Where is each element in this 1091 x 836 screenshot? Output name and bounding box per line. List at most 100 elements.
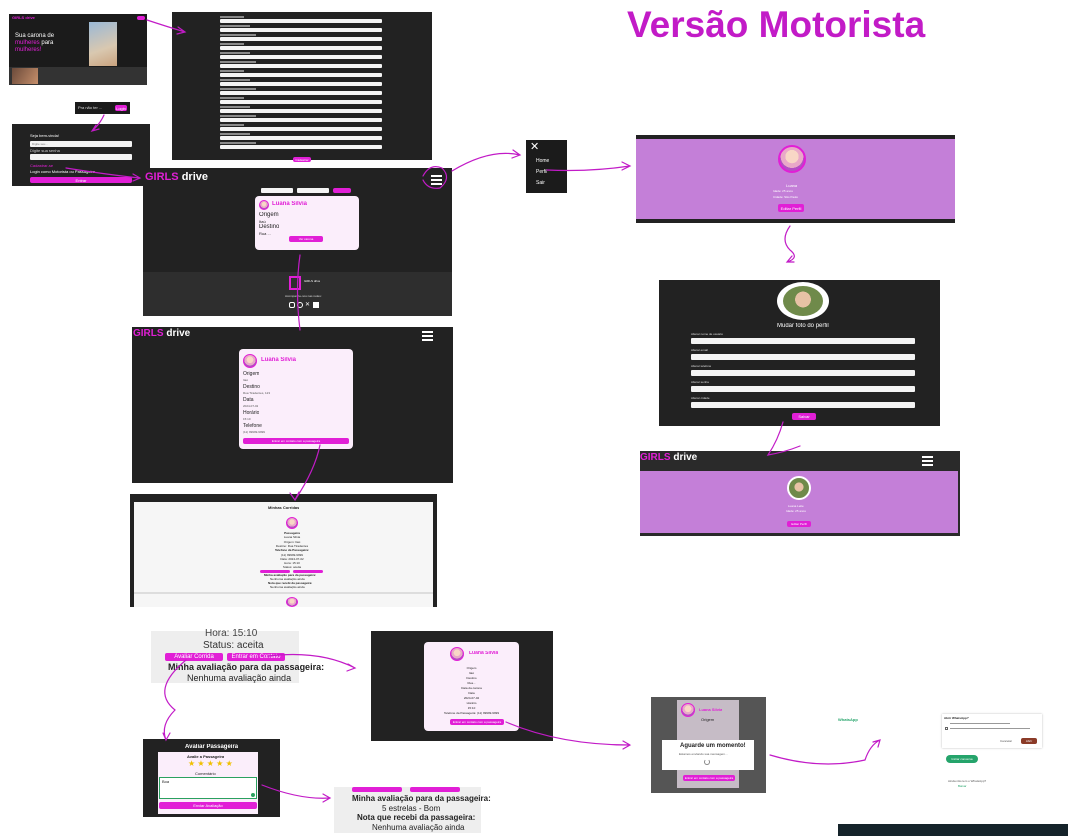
footer-social-icons: ✕ (289, 302, 319, 308)
edit-profile-title: Mudar foto do perfil (777, 323, 829, 329)
close-icon[interactable]: ✕ (530, 140, 539, 153)
search-origin-input[interactable] (261, 188, 293, 193)
edit-field-label: Alterar senha (691, 380, 709, 384)
register-field-input[interactable] (220, 73, 382, 77)
edit-profile-photo[interactable] (777, 282, 829, 320)
instagram-icon[interactable] (289, 302, 295, 308)
landing-screen: GIRLS drive Sua carona de mulheres para … (9, 14, 147, 85)
edit-profile-button[interactable]: Editar Perfil (778, 204, 804, 212)
landing-lower-photo (12, 68, 38, 84)
waiting-contact-button[interactable]: Entrar em contato com a passageira (683, 775, 735, 781)
history-line: Status: aceita (282, 565, 302, 570)
register-field-label (220, 61, 256, 63)
login-screen: Seja bem-vinda! Digite seu... Digite sua… (12, 124, 150, 186)
edit-field-input[interactable] (691, 370, 915, 376)
register-field-label (220, 79, 250, 81)
search-destination-input[interactable] (297, 188, 329, 193)
edit-field-label: Alterar cidade (691, 396, 710, 400)
zoom-rate-button[interactable]: Avaliar Corrida (165, 653, 223, 661)
landing-nav-button[interactable] (137, 16, 145, 20)
ride-detail-logo: GIRLS drive (133, 328, 190, 339)
comment-textarea[interactable]: Boa (159, 777, 257, 799)
whatsapp-open-button[interactable]: Abrir (1021, 738, 1037, 744)
menu-item-home[interactable]: Home (536, 158, 549, 164)
register-field-label (220, 115, 256, 117)
edit-field-input[interactable] (691, 354, 915, 360)
hamburger-menu-icon[interactable] (431, 175, 442, 185)
edit-field-input[interactable] (691, 338, 915, 344)
edit-profile-save-button[interactable]: Salvar (792, 413, 816, 420)
register-field-input[interactable] (220, 145, 382, 149)
rating-stars[interactable]: ★ ★ ★ ★ ★ (188, 759, 233, 768)
register-field-input[interactable] (220, 136, 382, 140)
register-link[interactable]: Cadastrar-se (30, 163, 53, 168)
register-field-input[interactable] (220, 55, 382, 59)
edit-field-input[interactable] (691, 402, 915, 408)
zoom-contact-button[interactable]: Entrar em Contato (227, 653, 285, 661)
profile-updated-edit-button[interactable]: Editar Perfil (787, 521, 811, 527)
register-field-input[interactable] (220, 37, 382, 41)
search-button[interactable] (333, 188, 351, 193)
login-heading: Seja bem-vinda! (30, 133, 59, 138)
register-field-label (220, 88, 256, 90)
whatsapp-start-button[interactable]: Iniciar conversa (946, 755, 978, 763)
register-field-input[interactable] (220, 28, 382, 32)
rating-result: Minha avaliação para da passageira: 5 es… (334, 787, 491, 833)
password-field[interactable] (30, 154, 132, 160)
register-field-input[interactable] (220, 82, 382, 86)
profile-updated-age: Idade: 25 anos (786, 509, 806, 513)
history-screen: Minhas Corridas Minha avaliação para da … (130, 494, 437, 607)
profile-updated-avatar (787, 476, 811, 500)
arrow-home-to-menu (451, 149, 522, 172)
login-bar-button[interactable]: Login (115, 105, 127, 111)
home-screen: GIRLS drive Luana Silvia Origem Itaú Des… (143, 168, 452, 316)
register-field-input[interactable] (220, 19, 382, 23)
headline-part-1: Sua carona de (15, 33, 55, 39)
x-icon[interactable]: ✕ (305, 302, 311, 308)
register-field-label (220, 124, 244, 126)
email-field[interactable]: Digite seu... (30, 141, 132, 147)
register-field-label (220, 97, 244, 99)
menu-item-sair[interactable]: Sair (536, 180, 545, 186)
logo-drive-3: drive (166, 328, 191, 339)
result-rate-button[interactable] (352, 787, 402, 792)
rate-dialog-submit-button[interactable]: Enviar Avaliação (159, 802, 257, 809)
result-contact-button[interactable] (410, 787, 460, 792)
hamburger-menu-icon-2[interactable] (922, 456, 933, 466)
contact-card: Luana Silvia Entrar em contato com a pas… (424, 642, 519, 731)
menu-item-perfil[interactable]: Perfil (536, 169, 547, 175)
whatsapp-screen: WhatsApp Abrir WhatsApp? Cancelar Abrir … (838, 712, 1068, 836)
whatsapp-download-link[interactable]: Baixar (958, 784, 967, 789)
zoom-hora: Hora: 15:10 (205, 628, 258, 639)
register-field-input[interactable] (220, 64, 382, 68)
register-field-input[interactable] (220, 91, 382, 95)
edit-field-input[interactable] (691, 386, 915, 392)
ride-detail-screen: GIRLS drive Luana Silvia Entrar em conta… (132, 327, 453, 483)
ride-card-name: Luana Silvia (272, 201, 308, 207)
facebook-icon[interactable] (297, 302, 303, 308)
register-field-input[interactable] (220, 100, 382, 104)
whatsapp-dialog-checkbox[interactable] (945, 727, 948, 730)
waiting-title: Aguarde um momento! (680, 743, 746, 749)
register-field-input[interactable] (220, 46, 382, 50)
zoom-history: Hora: 15:10 Status: aceita Avaliar Corri… (151, 628, 324, 683)
logo-girls: GIRLS (145, 171, 179, 183)
login-submit-button[interactable]: Entrar (30, 177, 132, 183)
register-field-input[interactable] (220, 118, 382, 122)
ride-card-destino-value: Rua ... (259, 231, 271, 236)
register-field-input[interactable] (220, 127, 382, 131)
ride-detail-value: Itaú (243, 378, 249, 382)
whatsapp-cancel-button[interactable]: Cancelar (1000, 739, 1012, 744)
ride-card-button[interactable]: Ver carona (289, 236, 323, 242)
rate-dialog-title: Avaliar Passageira (185, 744, 239, 750)
waiting-origem: Origem (701, 717, 715, 722)
linkedin-icon[interactable] (313, 302, 319, 308)
ride-detail-contact-button[interactable]: Entrar em contato com a passageira (243, 438, 349, 444)
hamburger-menu-icon-3[interactable] (422, 331, 433, 341)
register-field-input[interactable] (220, 109, 382, 113)
ride-card: Luana Silvia Origem Itaú Destino Rua ...… (255, 196, 359, 250)
register-submit-button[interactable]: Cadastrar (293, 157, 311, 162)
contact-button[interactable]: Entrar em contato com a passageira (450, 719, 504, 725)
register-field-label (220, 52, 250, 54)
waiting-name: Luana Silvia (699, 707, 723, 712)
